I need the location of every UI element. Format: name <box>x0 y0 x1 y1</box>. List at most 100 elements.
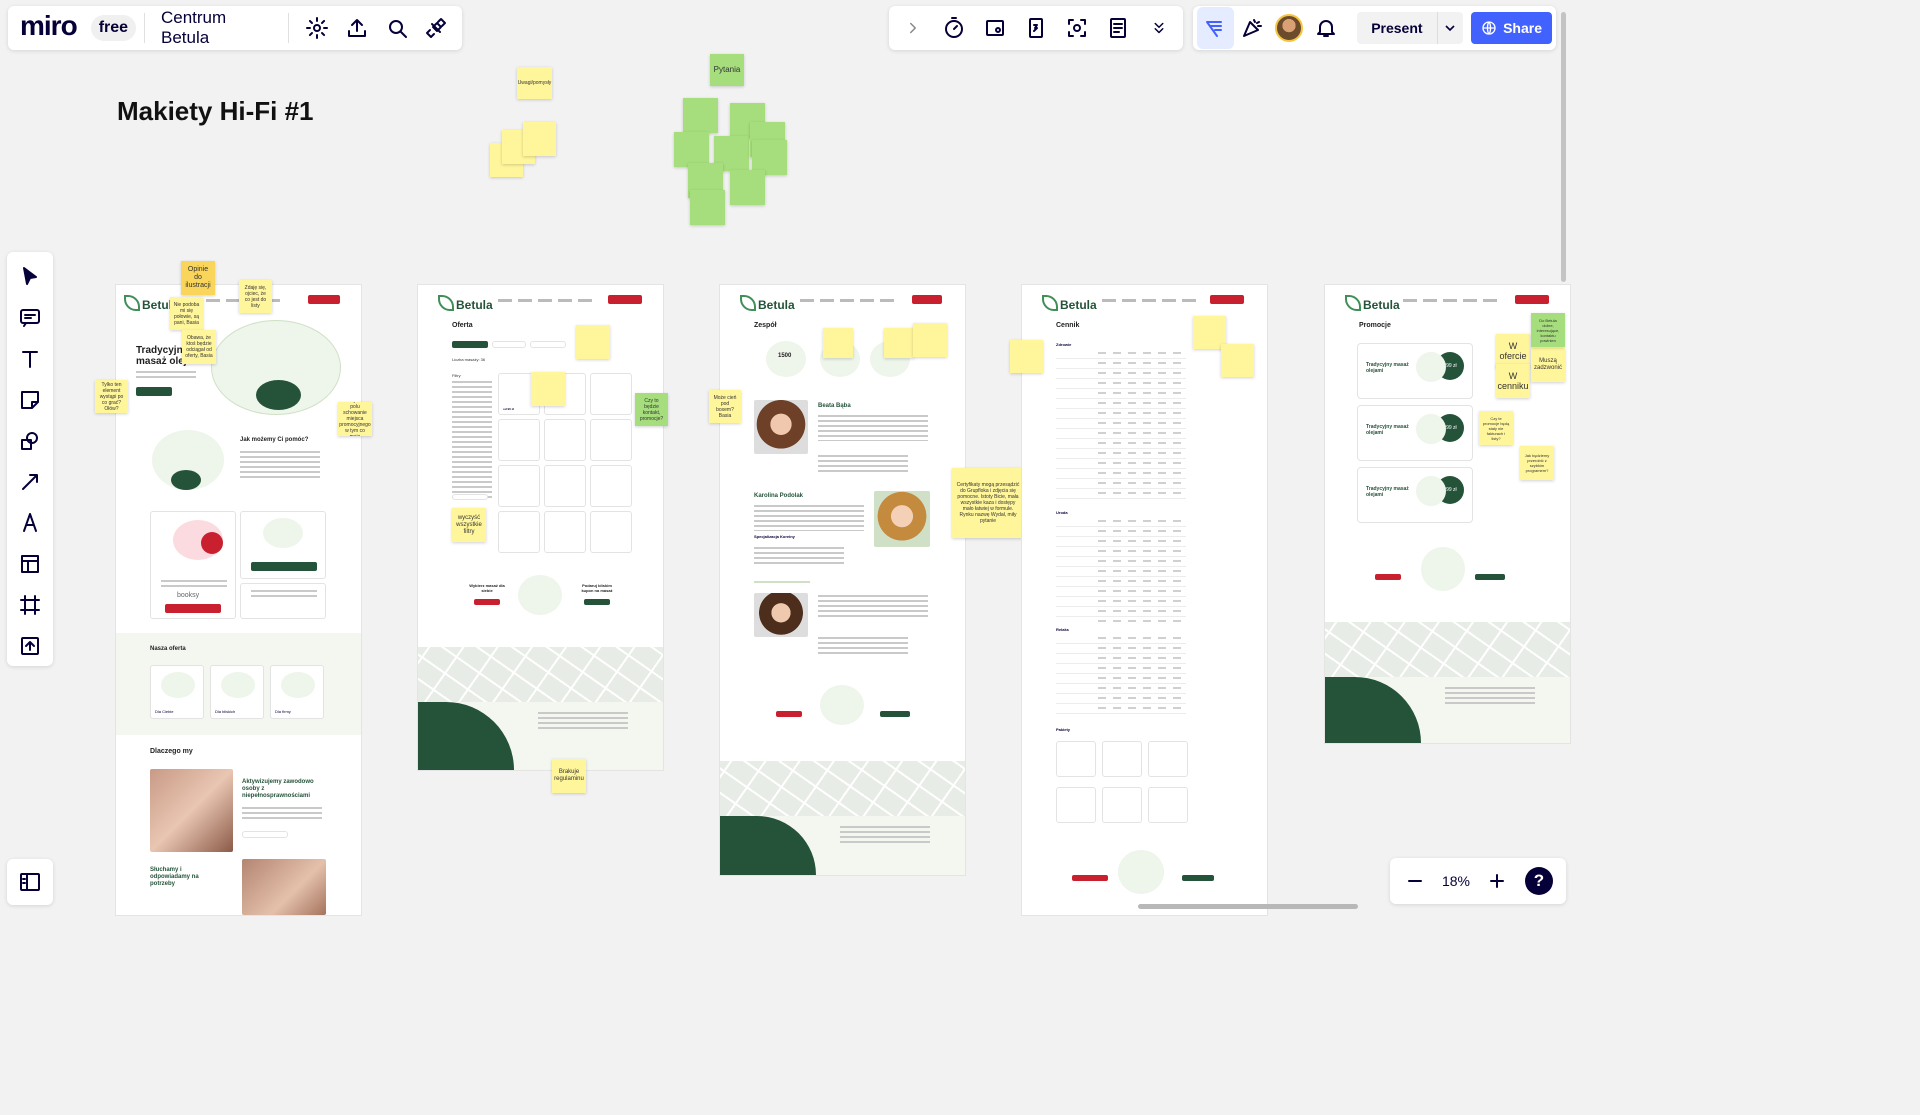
chevron-right-icon[interactable] <box>893 7 934 49</box>
promocje-title: Promocje <box>1359 322 1391 329</box>
site-footer <box>720 816 965 875</box>
sticky-note[interactable]: Pytania <box>710 54 744 86</box>
frame-home[interactable]: Betula Tradycyjny masaż olejami Jak może… <box>116 285 361 915</box>
comment-icon[interactable] <box>9 297 51 339</box>
share-button[interactable]: Share <box>1471 12 1553 44</box>
sticky-note[interactable]: wyczyść wszystkie filtry <box>452 508 486 542</box>
celebrate-icon[interactable] <box>1234 7 1271 49</box>
templates-icon[interactable] <box>9 543 51 585</box>
reactions-icon[interactable] <box>1197 7 1234 49</box>
section-zdrowie: Zdrowie <box>1056 342 1072 347</box>
sticky-note-icon[interactable] <box>9 379 51 421</box>
sticky-note[interactable]: Uwagi/pomysły <box>517 67 552 99</box>
sticky-note[interactable]: Tylko ten element wystąpi po co grać? Oł… <box>95 380 128 413</box>
sticky-note[interactable]: Muszą zadzwonić <box>1531 348 1565 382</box>
sticky-note[interactable] <box>1010 340 1043 373</box>
sticky-note[interactable]: Czy te promocje będą stały nie fakturach… <box>1479 411 1513 445</box>
board-title[interactable]: Makiety Hi-Fi #1 <box>117 96 314 127</box>
globe-icon <box>1482 21 1496 35</box>
cta-choose: Wybierz masaż dla siebie <box>469 583 505 593</box>
promo-card[interactable]: Tradycyjny masaż olejami 299 zł <box>1357 343 1473 399</box>
sticky-note[interactable] <box>523 122 556 156</box>
pen-icon[interactable] <box>9 502 51 544</box>
share-toolbar: Present Share <box>1193 6 1556 50</box>
offer-title: Nasza oferta <box>150 646 186 652</box>
user-avatar[interactable] <box>1271 7 1308 49</box>
spec-label: Specjalizacja Koreiny <box>754 534 795 539</box>
sticky-note[interactable]: Czy to będzie kontakt, promocje? <box>635 393 668 426</box>
frames-panel-icon[interactable] <box>9 861 51 903</box>
sticky-note[interactable]: W cenniku <box>1496 364 1530 398</box>
frame-zespol[interactable]: Betula Zespół 1500 14 8 Beata Bąba Karol… <box>720 285 965 875</box>
frame-cennik[interactable]: Betula Cennik Zdrowie Uroda Relaks Pakie… <box>1022 285 1267 915</box>
oferta-title: Oferta <box>452 322 473 329</box>
card-icon[interactable] <box>975 7 1016 49</box>
shapes-icon[interactable] <box>9 420 51 462</box>
zoom-level[interactable]: 18% <box>1436 873 1476 889</box>
upload-apps-icon[interactable] <box>9 625 51 667</box>
sticky-note[interactable] <box>674 132 709 167</box>
sticky-note[interactable] <box>576 325 610 359</box>
zoom-in-icon[interactable] <box>1476 860 1518 902</box>
counter-icon[interactable] <box>1016 7 1057 49</box>
location-map[interactable] <box>418 647 663 702</box>
price-table <box>1056 517 1186 622</box>
team-photo <box>754 593 808 637</box>
sticky-note[interactable]: W ofercie <box>1496 334 1530 368</box>
promo-title: Tradycyjny masaż olejami <box>1366 486 1409 498</box>
miro-logo[interactable]: miro <box>14 10 85 46</box>
promo-card[interactable]: Tradycyjny masaż olejami 299 zł <box>1357 467 1473 523</box>
why-title: Dlaczego my <box>150 748 193 755</box>
sticky-note[interactable]: Do Betula dobre, interesujące, kontaktu … <box>1531 313 1565 347</box>
sticky-note[interactable]: Jak będziemy przerobić z szybkim program… <box>1520 446 1554 480</box>
sticky-note[interactable] <box>913 323 947 357</box>
double-chevron-down-icon[interactable] <box>1138 7 1179 49</box>
location-map[interactable] <box>720 761 965 816</box>
sticky-note[interactable]: Nie podoba mi się połowie, są pani, Basi… <box>170 297 203 330</box>
sticky-note[interactable] <box>884 328 914 358</box>
connector-line-icon[interactable] <box>9 461 51 503</box>
timer-icon[interactable] <box>934 7 975 49</box>
massage-photo <box>150 769 233 852</box>
settings-gear-icon[interactable] <box>297 7 337 49</box>
board-name[interactable]: Centrum Betula <box>153 8 281 48</box>
vertical-scrollbar[interactable] <box>1561 12 1566 282</box>
sticky-note[interactable]: Brakuje mi w polu schowanie miejsca prom… <box>338 402 372 436</box>
select-cursor-icon[interactable] <box>9 256 51 298</box>
location-map[interactable] <box>1325 622 1570 677</box>
upload-icon[interactable] <box>337 7 377 49</box>
team-photo <box>874 491 930 547</box>
sticky-note[interactable]: Zdaję się, ojciec, że co jest do listy <box>239 280 272 313</box>
betula-logo: Betula <box>438 295 493 312</box>
sticky-note[interactable] <box>531 372 565 406</box>
price-table <box>1056 349 1186 499</box>
sticky-note[interactable]: Certyfikaty mogą przesądzić do Grupfloka… <box>952 468 1024 538</box>
text-icon[interactable] <box>9 338 51 380</box>
focus-icon[interactable] <box>1056 7 1097 49</box>
sticky-note[interactable] <box>683 98 718 133</box>
zoom-out-icon[interactable] <box>1394 860 1436 902</box>
notes-icon[interactable] <box>1097 7 1138 49</box>
help-icon[interactable]: ? <box>1518 860 1560 902</box>
search-icon[interactable] <box>377 7 417 49</box>
sticky-note[interactable] <box>823 328 853 358</box>
offer-card-label: Dla firmy <box>275 709 291 714</box>
why-point-2: Słuchamy i odpowiadamy na potrzeby <box>150 867 199 887</box>
sticky-note[interactable]: Opinie do ilustracji <box>181 261 215 295</box>
sticky-note[interactable]: Obawa, że ktoś będzie odciągał od oferty… <box>182 330 216 364</box>
offer-card-label: Dla bliskich <box>215 709 236 714</box>
plan-badge[interactable]: free <box>90 15 137 41</box>
horizontal-scrollbar[interactable] <box>1138 904 1358 909</box>
cta-gift: Podaruj bliskim kupon na masaż <box>581 583 613 593</box>
present-button[interactable]: Present <box>1357 12 1437 44</box>
plugin-icon[interactable] <box>416 7 456 49</box>
frame-icon[interactable] <box>9 584 51 626</box>
sticky-note[interactable]: Brakuje regulaminu <box>552 759 586 793</box>
sticky-note[interactable] <box>690 190 725 225</box>
sticky-note[interactable]: Może cień pod boxem? Basia <box>709 390 741 423</box>
bell-icon[interactable] <box>1308 7 1345 49</box>
sticky-note[interactable] <box>1221 344 1254 377</box>
present-dropdown-chevron-icon[interactable] <box>1436 12 1464 44</box>
sticky-note[interactable] <box>730 170 765 205</box>
promo-card[interactable]: Tradycyjny masaż olejami 299 zł <box>1357 405 1473 461</box>
